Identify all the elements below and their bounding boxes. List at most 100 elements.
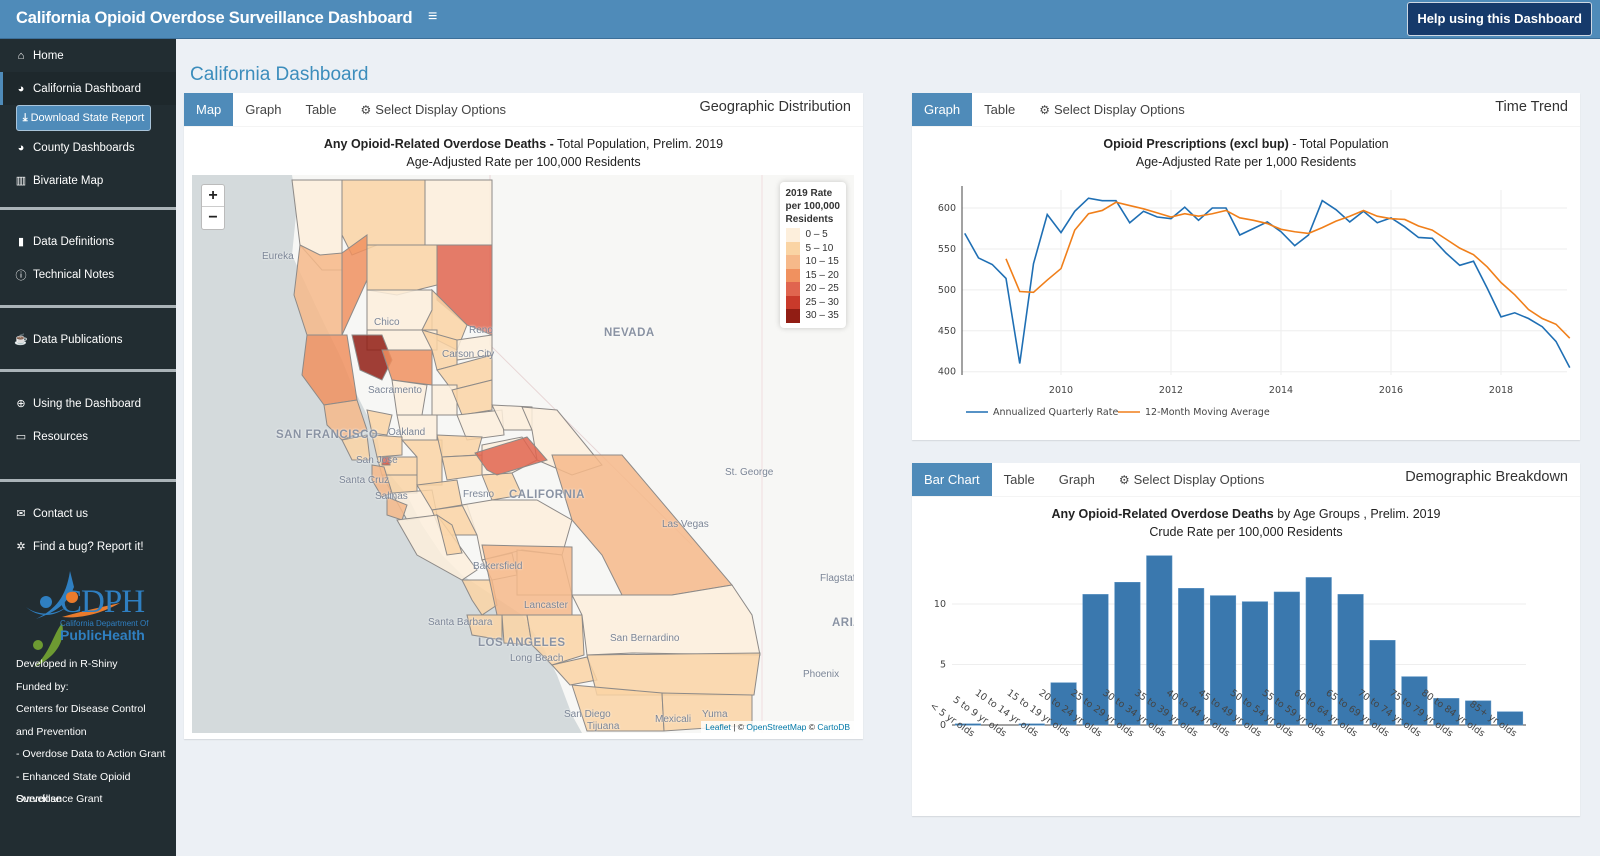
tab-select-display-options[interactable]: ⚙ Select Display Options <box>1027 93 1197 126</box>
tab-label: Table <box>984 102 1016 117</box>
download-icon: ⤓ <box>22 111 28 124</box>
map-label-los-angeles: LOS ANGELES <box>478 637 566 649</box>
box-title: Demographic Breakdown <box>1405 469 1568 485</box>
download-button-label: Download State Report <box>30 112 145 124</box>
tab-table[interactable]: Table <box>972 93 1027 126</box>
choropleth-map[interactable]: + − 2019 Rate per 100,000 Residents 0 – 55 … <box>192 175 854 733</box>
y-tick-label: 400 <box>938 367 956 378</box>
tab-bar-chart[interactable]: Bar Chart <box>912 463 992 496</box>
legend-item: 30 – 35 <box>785 309 841 323</box>
y-tick-label: 450 <box>938 326 956 337</box>
series-line-12-month-moving-average[interactable] <box>1005 201 1571 339</box>
sidebar-item-home[interactable]: ⌂ Home <box>0 39 176 72</box>
legend-label: 5 – 10 <box>805 242 834 254</box>
legend-item: 0 – 5 <box>785 228 841 242</box>
tab-label: Map <box>196 102 222 117</box>
sidebar-item-bivariate-map[interactable]: ▥ Bivariate Map <box>0 164 176 197</box>
sidebar-item-data-definitions[interactable]: ▮ Data Definitions <box>0 225 176 258</box>
tab-graph[interactable]: Graph <box>233 93 293 126</box>
hamburger-icon[interactable]: ≡ <box>428 8 437 26</box>
county-calaveras[interactable] <box>441 454 483 481</box>
county-mendocino[interactable] <box>301 334 358 406</box>
sidebar-item-resources[interactable]: ▭ Resources <box>0 420 176 453</box>
tab-label: Graph <box>924 102 961 117</box>
page-title: California Dashboard <box>190 64 369 85</box>
map-label-bakersfield: Bakersfield <box>473 561 523 572</box>
dashboard-icon: ◕ <box>17 141 25 154</box>
county-modoc[interactable] <box>424 179 493 246</box>
tab-label: Select Display Options <box>375 102 507 117</box>
sidebar-item-technical-notes[interactable]: ⓘ Technical Notes <box>0 258 176 291</box>
download-state-report-button[interactable]: ⤓ Download State Report <box>16 105 151 131</box>
tab-select-display-options[interactable]: ⚙ Select Display Options <box>349 93 519 126</box>
tab-graph[interactable]: Graph <box>912 93 973 126</box>
tab-label: Table <box>1003 472 1035 487</box>
map-legend: 2019 Rate per 100,000 Residents 0 – 55 – 10… <box>779 182 846 328</box>
tab-table[interactable]: Table <box>293 93 348 126</box>
sidebar-footer: Developed in R-Shiny Funded by: Centers fo… <box>0 653 176 811</box>
legend-title: 2019 Rate per 100,000 Residents <box>786 187 841 226</box>
x-tick-label: 2010 <box>1049 385 1073 396</box>
sidebar-item-label: Data Publications <box>33 333 123 346</box>
county-shasta[interactable] <box>366 244 438 296</box>
sidebar-item-california-dashboard[interactable]: ◕ California Dashboard <box>0 72 176 105</box>
legend-item: 5 – 10 <box>785 241 841 255</box>
trend-chart-title: Opioid Prescriptions (excl bup) - Total … <box>912 135 1580 171</box>
sidebar-item-using-the-dashboard[interactable]: ⊕ Using the Dashboard <box>0 387 176 420</box>
sidebar-item-find-a-bug-report-it[interactable]: ✲ Find a bug? Report it! <box>0 530 176 563</box>
tab-graph[interactable]: Graph <box>1047 463 1107 496</box>
map-label-eureka: Eureka <box>262 251 294 262</box>
legend-label: Annualized Quarterly Rate <box>993 407 1118 418</box>
sidebar-item-county-dashboards[interactable]: ◕ County Dashboards <box>0 131 176 164</box>
zoom-in-button[interactable]: + <box>202 185 224 207</box>
leaflet-link[interactable]: Leaflet <box>705 722 731 732</box>
map-label-tijuana: Tijuana <box>587 721 620 732</box>
box-title: Geographic Distribution <box>699 99 851 115</box>
gears-icon: ⚙ <box>1118 472 1130 487</box>
map-label-mexicali: Mexicali <box>655 714 692 725</box>
legend-label: 25 – 30 <box>805 296 839 308</box>
tab-table[interactable]: Table <box>992 463 1047 496</box>
geographic-distribution-box: Map Graph Table ⚙ Select Display Options Geog… <box>184 93 863 739</box>
county-humboldt[interactable] <box>293 244 343 336</box>
top-navbar: California Opioid Overdose Surveillance … <box>0 0 1600 39</box>
y-tick-label: 600 <box>938 203 956 214</box>
time-trend-box: Graph Table ⚙ Select Display Options Time Tr… <box>912 93 1580 440</box>
coffee-icon: ☕ <box>14 334 28 346</box>
map-label-salinas: Salinas <box>375 491 408 502</box>
home-icon: ⌂ <box>17 49 25 62</box>
tab-map[interactable]: Map <box>184 93 234 126</box>
demographic-breakdown-box: Bar Chart Table Graph ⚙ Select Display Optio… <box>912 463 1580 816</box>
map-icon: ▥ <box>15 175 27 187</box>
osm-link[interactable]: OpenStreetMap <box>746 722 806 732</box>
zoom-out-button[interactable]: − <box>202 207 224 229</box>
tab-select-display-options[interactable]: ⚙ Select Display Options <box>1107 463 1277 496</box>
carto-link[interactable]: CartoDB <box>817 722 850 732</box>
tab-label: Table <box>305 102 337 117</box>
tab-label: Select Display Options <box>1053 102 1185 117</box>
logo-line2: PublicHealth <box>60 627 145 643</box>
help-button[interactable]: Help using this Dashboard <box>1407 2 1592 36</box>
sidebar-item-contact-us[interactable]: ✉ Contact us <box>0 497 176 530</box>
legend-title-line: per 100,000 <box>785 201 841 212</box>
sidebar-item-data-publications[interactable]: ☕ Data Publications <box>0 323 176 356</box>
legend-label: 30 – 35 <box>805 310 839 322</box>
age-group-bar-chart[interactable]: 0510< 5 yr olds5 to 9 yr olds10 to 14 yr… <box>912 526 1580 816</box>
county-san-bernardino[interactable] <box>571 584 761 656</box>
map-title-rest: Total Population, Prelim. 2019 <box>553 137 724 151</box>
map-label-st-george: St. George <box>725 467 774 478</box>
time-trend-line-chart[interactable]: 400 450 500 550 600 2010 2012 2014 2016 2018 Annua… <box>912 180 1580 440</box>
logo-figure-blue <box>40 596 52 608</box>
county-colusa[interactable] <box>381 349 433 386</box>
y-tick-label: 10 <box>934 599 946 610</box>
x-tick-label: 2016 <box>1379 385 1403 396</box>
county-trinity[interactable] <box>341 234 368 336</box>
footer-line: Surveillance Grant <box>16 793 103 805</box>
time-trend-tabs: Graph Table ⚙ Select Display Options Time Tr… <box>912 93 1580 127</box>
legend-swatch <box>785 309 800 323</box>
sidebar-item-label: Technical Notes <box>33 268 115 281</box>
map-label-san-francisco: SAN FRANCISCO <box>276 429 379 441</box>
legend-label: 12-Month Moving Average <box>1145 407 1270 418</box>
attribution-sep: | © <box>730 722 747 732</box>
bug-icon: ✲ <box>16 541 26 553</box>
